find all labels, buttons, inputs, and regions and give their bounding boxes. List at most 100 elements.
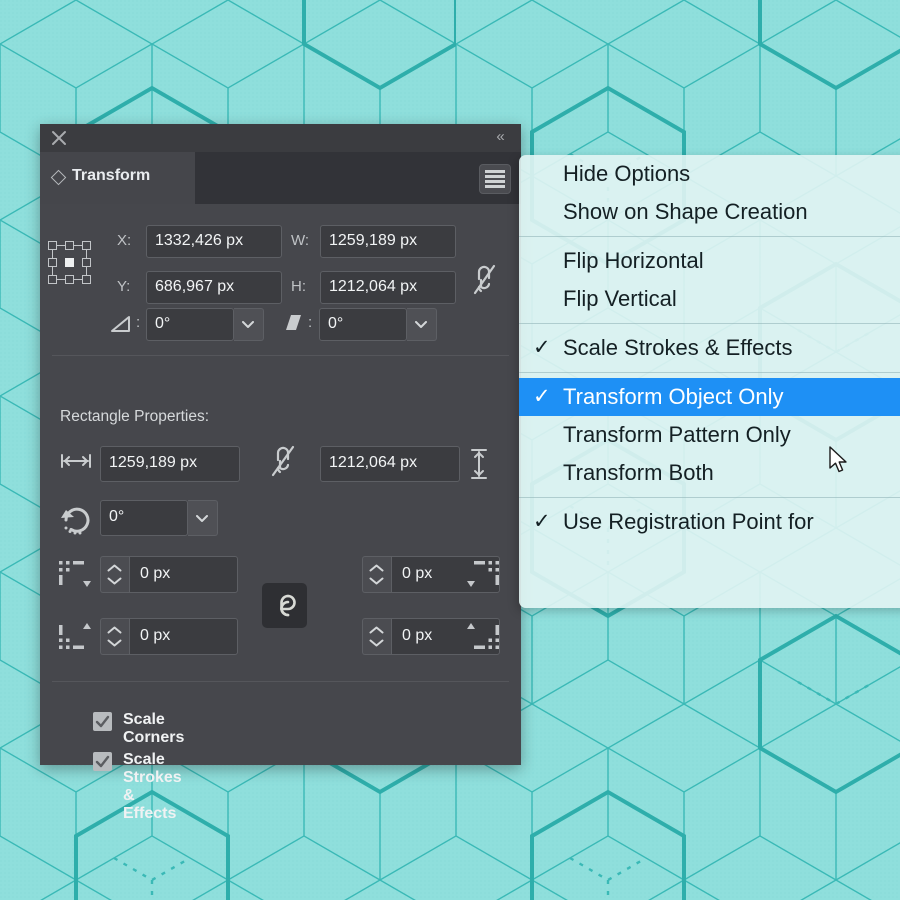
rect-height-input[interactable]: 1212,064 px xyxy=(320,446,460,482)
rect-rotation-dropdown-button[interactable] xyxy=(188,500,218,536)
menu-item-label: Flip Horizontal xyxy=(563,248,704,273)
page-title: Transform xyxy=(72,167,151,184)
x-value: 1332,426 px xyxy=(155,232,244,249)
panel-tabstrip: Transform xyxy=(40,152,521,204)
corner-top-left-stepper[interactable] xyxy=(100,556,129,593)
hamburger-line xyxy=(485,170,505,173)
menu-item-label: Use Registration Point for xyxy=(563,509,814,534)
menu-item-show-on-shape-creation[interactable]: Show on Shape Creation xyxy=(519,193,900,231)
corner-bottom-left-value: 0 px xyxy=(140,627,171,644)
rotate-label: : xyxy=(136,314,141,331)
menu-check-icon: ✓ xyxy=(533,336,551,359)
shear-dropdown-button[interactable] xyxy=(407,308,437,341)
shear-label: : xyxy=(308,314,313,331)
rotate-value: 0° xyxy=(155,315,171,332)
corner-top-left-value: 0 px xyxy=(140,565,171,582)
rect-width-value: 1259,189 px xyxy=(109,454,198,471)
panel-menu-button[interactable] xyxy=(479,164,511,194)
menu-check-icon: ✓ xyxy=(533,510,551,533)
h-value: 1212,064 px xyxy=(329,278,418,295)
menu-separator xyxy=(519,236,900,237)
h-label: H: xyxy=(291,278,306,295)
corner-top-right-value: 0 px xyxy=(402,565,433,582)
menu-item-transform-pattern-only[interactable]: Transform Pattern Only xyxy=(519,416,900,454)
w-input[interactable]: 1259,189 px xyxy=(320,225,456,258)
x-input[interactable]: 1332,426 px xyxy=(146,225,282,258)
broken-chain-link-icon[interactable] xyxy=(268,442,296,484)
menu-separator xyxy=(519,323,900,324)
width-arrow-icon xyxy=(60,451,92,471)
link-corner-radii-button[interactable] xyxy=(262,583,307,628)
corner-top-left-input[interactable]: 0 px xyxy=(129,556,238,593)
rect-rotation-value: 0° xyxy=(109,508,125,525)
divider xyxy=(52,355,509,356)
reference-point-grid-icon[interactable] xyxy=(48,241,92,285)
menu-item-label: Hide Options xyxy=(563,161,691,186)
menu-item-hide-options[interactable]: Hide Options xyxy=(519,155,900,193)
rect-width-input[interactable]: 1259,189 px xyxy=(100,446,240,482)
chevron-up-icon xyxy=(369,564,384,572)
h-input[interactable]: 1212,064 px xyxy=(320,271,456,304)
menu-check-icon: ✓ xyxy=(533,385,551,408)
menu-item-label: Scale Strokes & Effects xyxy=(563,335,793,360)
hamburger-line xyxy=(485,185,505,188)
hamburger-line xyxy=(485,180,505,183)
tab-transform[interactable]: Transform xyxy=(40,152,195,204)
panel-body: X: 1332,426 px X: W: 1259,189 px Y: 686,… xyxy=(40,204,521,822)
transform-panel: « Transform 1332,426 px X: W: 1259,189 p… xyxy=(40,124,521,822)
chevron-down-icon xyxy=(196,515,208,522)
corner-bottom-left-icon[interactable] xyxy=(57,621,93,651)
corner-top-right-icon[interactable] xyxy=(465,559,501,589)
menu-item-label: Transform Object Only xyxy=(563,384,784,409)
corner-bottom-left-stepper[interactable] xyxy=(100,618,129,655)
menu-item-label: Show on Shape Creation xyxy=(563,199,808,224)
chevron-up-icon xyxy=(107,626,122,634)
menu-item-flip-vertical[interactable]: Flip Vertical xyxy=(519,280,900,318)
chevron-down-icon xyxy=(107,639,122,647)
rect-rotation-input[interactable]: 0° xyxy=(100,500,188,536)
menu-item-transform-object-only[interactable]: ✓ Transform Object Only xyxy=(519,378,900,416)
corner-top-right-stepper[interactable] xyxy=(362,556,391,593)
chevron-down-icon xyxy=(369,577,384,585)
corner-top-left-icon[interactable] xyxy=(57,559,93,589)
x-label-text: X: xyxy=(117,232,132,249)
w-label: W: xyxy=(291,232,310,249)
close-icon[interactable] xyxy=(50,129,68,147)
rotate-input[interactable]: 0° xyxy=(146,308,234,341)
corner-bottom-right-value: 0 px xyxy=(402,627,433,644)
angle-icon xyxy=(109,312,133,334)
shear-value: 0° xyxy=(328,315,344,332)
corner-bottom-left-input[interactable]: 0 px xyxy=(129,618,238,655)
menu-item-flip-horizontal[interactable]: Flip Horizontal xyxy=(519,242,900,280)
menu-item-scale-strokes-effects[interactable]: ✓ Scale Strokes & Effects xyxy=(519,329,900,367)
checkbox-box xyxy=(93,712,112,731)
menu-item-label: Flip Vertical xyxy=(563,286,677,311)
chevron-up-icon xyxy=(107,564,122,572)
rect-height-value: 1212,064 px xyxy=(329,454,418,471)
hamburger-line xyxy=(485,175,505,178)
section-title-rectangle: Rectangle Properties: xyxy=(60,408,210,425)
menu-item-use-registration-point[interactable]: ✓ Use Registration Point for xyxy=(519,503,900,541)
chevron-down-icon xyxy=(415,321,427,328)
menu-separator xyxy=(519,372,900,373)
chevron-down-icon xyxy=(242,321,254,328)
shear-input[interactable]: 0° xyxy=(319,308,407,341)
menu-item-label: Transform Pattern Only xyxy=(563,422,791,447)
checkbox-label: Scale Strokes & Effects xyxy=(123,751,182,822)
menu-separator xyxy=(519,497,900,498)
checkbox-box xyxy=(93,752,112,771)
menu-item-transform-both[interactable]: Transform Both xyxy=(519,454,900,492)
corner-bottom-right-icon[interactable] xyxy=(465,621,501,651)
height-arrow-icon xyxy=(468,448,490,480)
chevron-up-icon xyxy=(369,626,384,634)
checkbox-label: Scale Corners xyxy=(123,711,185,746)
broken-chain-link-icon[interactable] xyxy=(470,262,498,302)
check-icon xyxy=(95,755,110,768)
rotate-dropdown-button[interactable] xyxy=(234,308,264,341)
chain-link-icon xyxy=(280,594,296,617)
divider xyxy=(52,681,509,682)
menu-item-label: Transform Both xyxy=(563,460,714,485)
y-input[interactable]: 686,967 px xyxy=(146,271,282,304)
collapse-panel-button[interactable]: « xyxy=(489,128,511,146)
corner-bottom-right-stepper[interactable] xyxy=(362,618,391,655)
